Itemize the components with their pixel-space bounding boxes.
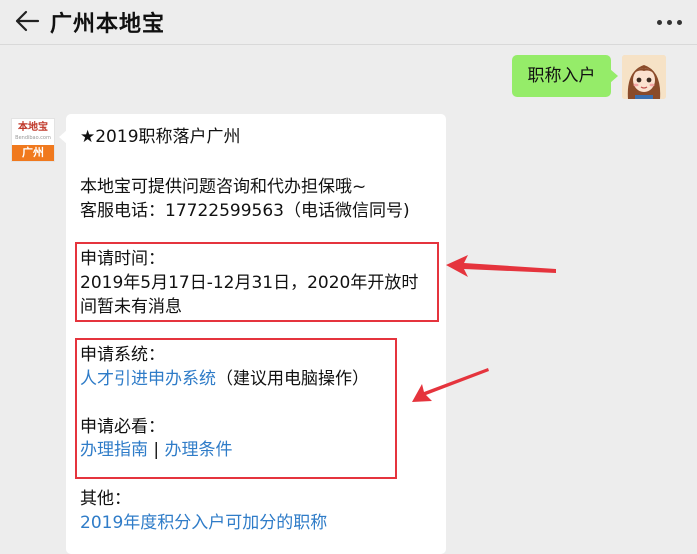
outgoing-bubble[interactable]: 职称入户 xyxy=(512,55,618,97)
red-arrow-icon xyxy=(446,255,556,277)
avatar-brand: 本地宝 xyxy=(12,119,54,145)
intro-line-1: 本地宝可提供问题咨询和代办担保哦~ xyxy=(80,177,367,197)
user-avatar[interactable] xyxy=(622,55,666,99)
avatar-site: Bendibao.com xyxy=(15,135,51,141)
highlight-box-time xyxy=(75,242,439,322)
highlight-box-system xyxy=(75,338,397,479)
cartoon-girl-icon xyxy=(622,55,666,99)
back-arrow-icon[interactable] xyxy=(14,8,40,34)
red-arrow-icon xyxy=(412,368,489,402)
intro-line-2: 客服电话：17722599563（电话微信同号) xyxy=(80,201,410,221)
other-label: 其他： xyxy=(80,489,131,509)
top-bar: 广州本地宝 xyxy=(0,0,697,45)
other-link[interactable]: 2019年度积分入户可加分的职称 xyxy=(80,511,327,535)
message-heading: ★2019职称落户广州 xyxy=(80,127,241,147)
avatar-city: 广州 xyxy=(12,145,54,161)
more-options-icon[interactable] xyxy=(655,12,685,32)
bendibao-avatar[interactable]: 本地宝 Bendibao.com 广州 xyxy=(11,118,55,162)
chat-title: 广州本地宝 xyxy=(50,12,166,37)
